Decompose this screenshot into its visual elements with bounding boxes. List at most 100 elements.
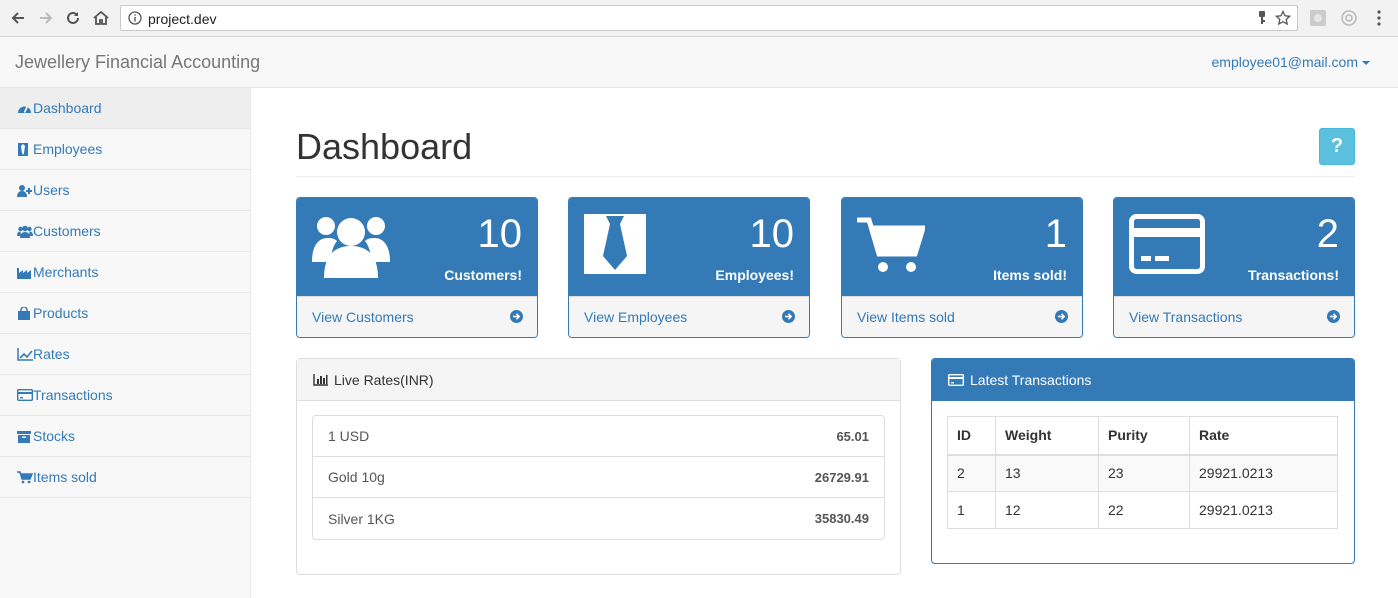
extension-icon[interactable]	[1309, 9, 1327, 27]
stat-panel-employees: 10 Employees! View Employees	[568, 197, 810, 338]
rate-name: 1 USD	[328, 428, 370, 444]
cart-icon	[17, 470, 33, 484]
sidebar-item-label: Items sold	[33, 469, 97, 485]
sidebar-item-merchants[interactable]: Merchants	[0, 252, 250, 293]
list-item: Silver 1KG 35830.49	[313, 498, 884, 539]
sidebar-item-label: Customers	[33, 223, 101, 239]
user-plus-icon	[17, 183, 33, 197]
page-header-divider	[296, 176, 1355, 177]
live-rates-header: Live Rates(INR)	[297, 359, 900, 401]
stat-link-label[interactable]: View Items sold	[857, 309, 955, 325]
view-transactions-link[interactable]: View Transactions	[1114, 296, 1354, 337]
table-row: 1 12 22 29921.0213	[947, 491, 1338, 529]
top-navbar: Jewellery Financial Accounting employee0…	[0, 37, 1398, 88]
table-cell: 23	[1098, 454, 1190, 492]
sidebar-item-transactions[interactable]: Transactions	[0, 375, 250, 416]
sidebar-item-employees[interactable]: Employees	[0, 129, 250, 170]
stat-panel-items-sold: 1 Items sold! View Items sold	[841, 197, 1083, 338]
cart-icon	[857, 216, 927, 277]
stat-count: 10	[749, 212, 795, 256]
sidebar-item-label: Transactions	[33, 387, 113, 403]
view-employees-link[interactable]: View Employees	[569, 296, 809, 337]
arrow-circle-right-icon	[510, 310, 523, 326]
stat-label: Customers!	[444, 267, 522, 283]
stat-panel-transactions: 2 Transactions! View Transactions	[1113, 197, 1355, 338]
sidebar-item-users[interactable]: Users	[0, 170, 250, 211]
table-cell: 13	[995, 454, 1099, 492]
arrow-circle-right-icon	[782, 310, 795, 326]
user-email[interactable]: employee01@mail.com	[1212, 54, 1359, 70]
reload-icon[interactable]	[63, 8, 83, 28]
sidebar-item-customers[interactable]: Customers	[0, 211, 250, 252]
list-item: Gold 10g 26729.91	[313, 457, 884, 498]
app-brand[interactable]: Jewellery Financial Accounting	[15, 52, 260, 73]
key-icon[interactable]	[1257, 11, 1267, 28]
stat-link-label[interactable]: View Employees	[584, 309, 687, 325]
stat-label: Items sold!	[993, 267, 1067, 283]
line-chart-icon	[17, 347, 33, 361]
shopping-bag-icon	[17, 306, 33, 320]
sidebar-item-label: Employees	[33, 141, 103, 157]
sidebar-item-label: Rates	[33, 346, 70, 362]
sidebar-item-products[interactable]: Products	[0, 293, 250, 334]
user-menu[interactable]: employee01@mail.com	[1212, 54, 1370, 70]
archive-icon	[17, 429, 33, 443]
stat-link-label[interactable]: View Customers	[312, 309, 414, 325]
info-icon[interactable]	[128, 11, 142, 28]
sidebar-item-dashboard[interactable]: Dashboard	[0, 88, 250, 129]
view-customers-link[interactable]: View Customers	[297, 296, 537, 337]
credit-card-icon	[948, 374, 964, 386]
stat-label: Transactions!	[1247, 267, 1339, 283]
at-sign-icon[interactable]	[1340, 9, 1358, 27]
url-text: project.dev	[148, 11, 217, 27]
forward-icon[interactable]	[36, 8, 56, 28]
sidebar-item-stocks[interactable]: Stocks	[0, 416, 250, 457]
view-items-sold-link[interactable]: View Items sold	[842, 296, 1082, 337]
industry-icon	[17, 265, 33, 279]
stat-panel-customers: 10 Customers! View Customers	[296, 197, 538, 338]
sidebar-item-rates[interactable]: Rates	[0, 334, 250, 375]
stat-count: 2	[1316, 212, 1339, 256]
column-header: Rate	[1189, 416, 1338, 456]
column-header: Weight	[995, 416, 1099, 456]
sidebar-item-label: Stocks	[33, 428, 76, 444]
column-header: Purity	[1098, 416, 1190, 456]
address-bar[interactable]: project.dev	[120, 5, 1298, 31]
sidebar-item-label: Dashboard	[33, 100, 102, 116]
bar-chart-icon	[313, 373, 328, 386]
table-cell: 2	[947, 454, 996, 492]
stat-link-label[interactable]: View Transactions	[1129, 309, 1242, 325]
stat-label: Employees!	[715, 267, 794, 283]
caret-down-icon	[1362, 61, 1370, 65]
stat-count: 1	[1044, 212, 1067, 256]
latest-transactions-panel: Latest Transactions ID Weight Purity Rat…	[931, 358, 1355, 564]
rate-name: Silver 1KG	[328, 510, 395, 527]
bookmark-star-icon[interactable]	[1274, 9, 1292, 29]
latest-transactions-header: Latest Transactions	[932, 359, 1354, 401]
table-header-row: ID Weight Purity Rate	[947, 416, 1338, 456]
list-item: 1 USD 65.01	[313, 416, 884, 457]
menu-dots-icon[interactable]	[1370, 9, 1388, 27]
users-icon	[17, 224, 33, 238]
transactions-table: ID Weight Purity Rate 2 13 23 29921.0213…	[947, 416, 1338, 529]
credit-card-icon	[1129, 214, 1205, 277]
tie-icon	[17, 142, 33, 156]
live-rates-title: Live Rates(INR)	[334, 371, 434, 388]
latest-transactions-title: Latest Transactions	[970, 372, 1092, 388]
table-row: 2 13 23 29921.0213	[947, 454, 1338, 492]
sidebar-item-items-sold[interactable]: Items sold	[0, 457, 250, 498]
back-icon[interactable]	[8, 8, 28, 28]
home-icon[interactable]	[91, 8, 111, 28]
rate-value: 26729.91	[814, 469, 869, 485]
credit-card-icon	[17, 388, 33, 402]
sidebar-item-label: Merchants	[33, 264, 99, 280]
users-icon	[312, 208, 390, 283]
table-cell: 22	[1098, 491, 1190, 529]
help-button[interactable]: ?	[1319, 128, 1355, 165]
tie-icon	[584, 214, 646, 277]
arrow-circle-right-icon	[1327, 310, 1340, 326]
browser-toolbar: project.dev	[0, 0, 1398, 37]
arrow-circle-right-icon	[1055, 310, 1068, 326]
table-cell: 29921.0213	[1189, 491, 1338, 529]
rate-name: Gold 10g	[328, 469, 385, 485]
